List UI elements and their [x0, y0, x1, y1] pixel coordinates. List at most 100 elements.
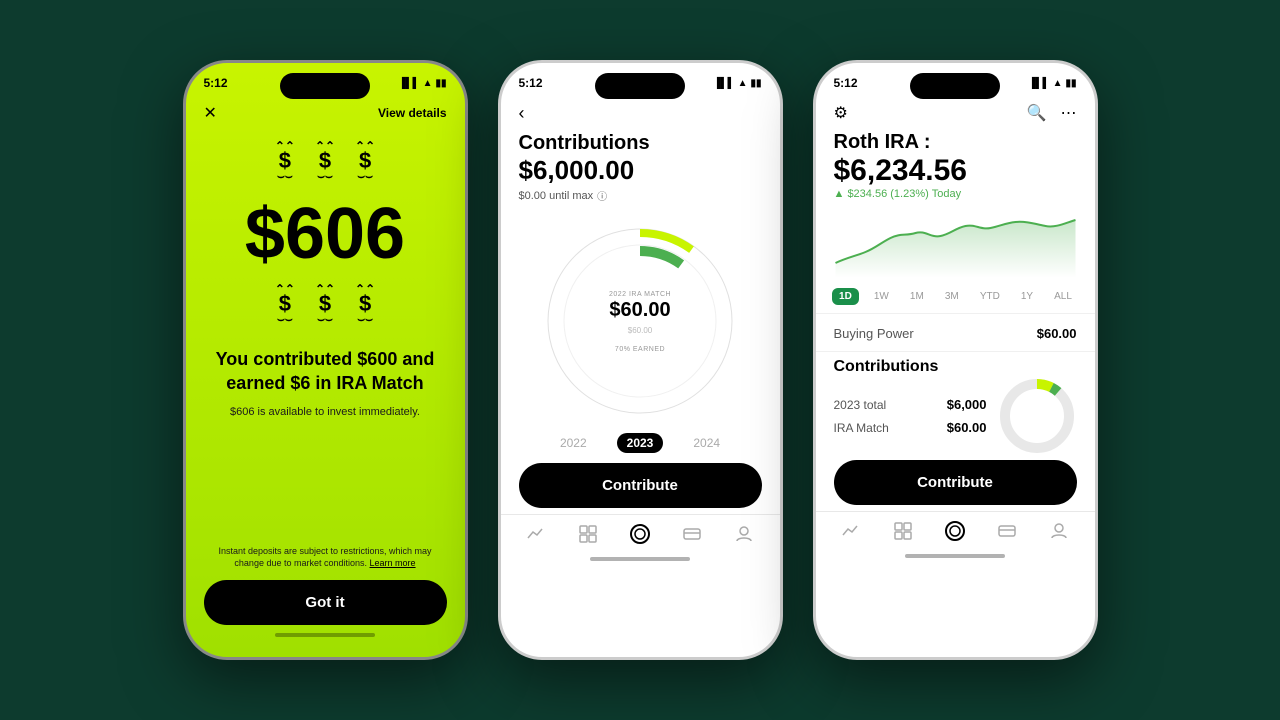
phone2-header: ‹ — [501, 99, 780, 132]
dynamic-island-2 — [595, 73, 685, 99]
learn-more-link[interactable]: Learn more — [370, 558, 416, 568]
deco-dollar-5: ⌃⌃ $ ⌣⌣ — [315, 282, 335, 327]
nav-circle-icon-active[interactable] — [629, 523, 651, 545]
svg-text:$60.00: $60.00 — [628, 326, 653, 335]
disclaimer-text: Instant deposits are subject to restrict… — [204, 545, 447, 570]
status-icons-1: ▐▌▌ ▲ ▮▮ — [398, 78, 446, 89]
description-main: You contributed $600 and earned $6 in IR… — [210, 347, 441, 396]
donut-chart-container: $60.00 2022 IRA MATCH $60.00 70% EARNED — [501, 213, 780, 425]
time-ytd[interactable]: YTD — [974, 288, 1006, 305]
big-amount: $606 — [206, 198, 445, 270]
dynamic-island-1 — [280, 73, 370, 99]
phone-3: 5:12 ▐▌▌ ▲ ▮▮ ⚙ 🔍 ⋯ Roth IRA : $6,234.56… — [813, 60, 1098, 660]
time-1y[interactable]: 1Y — [1015, 288, 1039, 305]
ira-match-value: $60.00 — [947, 420, 987, 435]
phone3-title-section: Roth IRA : $6,234.56 ▲ $234.56 (1.23%) T… — [816, 129, 1095, 204]
status-icons-3: ▐▌▌ ▲ ▮▮ — [1028, 78, 1076, 89]
screen-2: ‹ Contributions $6,000.00 $0.00 until ma… — [501, 99, 780, 657]
settings-icon[interactable]: ⚙ — [834, 103, 848, 123]
view-details-link[interactable]: View details — [378, 106, 446, 120]
deco-dollar-3: ⌃⌃ $ ⌣⌣ — [355, 139, 375, 184]
time-2: 5:12 — [519, 76, 543, 90]
phone1-header: ✕ View details — [186, 99, 465, 131]
ira-match-row: IRA Match $60.00 — [834, 420, 987, 435]
year-selector: 2022 2023 2024 — [501, 425, 780, 463]
header-right-icons: 🔍 ⋯ — [1027, 103, 1077, 123]
contributions-title: Contributions — [519, 132, 762, 155]
total-2023-value: $6,000 — [947, 397, 987, 412]
roth-ira-change: ▲ $234.56 (1.23%) Today — [834, 188, 1077, 200]
amount-section: $606 — [186, 188, 465, 274]
contributions-amount: $6,000.00 — [519, 155, 762, 186]
phone3-header: ⚙ 🔍 ⋯ — [816, 99, 1095, 129]
deco-row-bottom: ⌃⌃ $ ⌣⌣ ⌃⌃ $ ⌣⌣ ⌃⌃ $ ⌣⌣ — [275, 282, 375, 327]
ira-match-label: IRA Match — [834, 421, 889, 435]
chat-icon[interactable]: ⋯ — [1061, 103, 1077, 123]
nav-card-icon[interactable] — [682, 524, 702, 544]
buying-power-row: Buying Power $60.00 — [834, 320, 1077, 347]
year-2024[interactable]: 2024 — [693, 436, 720, 450]
screen-3: ⚙ 🔍 ⋯ Roth IRA : $6,234.56 ▲ $234.56 (1.… — [816, 99, 1095, 657]
deco-dollar-grid: ⌃⌃ $ ⌣⌣ ⌃⌃ $ ⌣⌣ ⌃⌃ $ ⌣⌣ — [186, 139, 465, 184]
buying-power-label: Buying Power — [834, 326, 914, 341]
time-1m[interactable]: 1M — [904, 288, 930, 305]
contribute-button-3[interactable]: Contribute — [834, 460, 1077, 505]
signal-icon: ▐▌▌ — [398, 78, 419, 89]
time-range-selector: 1D 1W 1M 3M YTD 1Y ALL — [816, 284, 1095, 313]
roth-ira-amount: $6,234.56 — [834, 154, 1077, 188]
signal-icon-3: ▐▌▌ — [1028, 78, 1049, 89]
donut-chart-svg: $60.00 2022 IRA MATCH $60.00 70% EARNED — [540, 221, 740, 421]
got-it-button[interactable]: Got it — [204, 580, 447, 625]
sparkline-svg — [834, 208, 1077, 278]
phone-1: 5:12 ▐▌▌ ▲ ▮▮ ✕ View details ⌃⌃ $ ⌣⌣ ⌃⌃ … — [183, 60, 468, 660]
contributions-items: 2023 total $6,000 IRA Match $60.00 — [834, 397, 987, 435]
screen-1: ✕ View details ⌃⌃ $ ⌣⌣ ⌃⌃ $ ⌣⌣ ⌃⌃ $ — [186, 99, 465, 657]
battery-icon: ▮▮ — [435, 78, 446, 89]
nav-chart-icon-3[interactable] — [841, 521, 861, 541]
nav-grid-icon[interactable] — [578, 524, 598, 544]
description-section: You contributed $600 and earned $6 in IR… — [186, 331, 465, 426]
wifi-icon-3: ▲ — [1053, 78, 1063, 89]
search-icon[interactable]: 🔍 — [1027, 103, 1047, 123]
time-1w[interactable]: 1W — [868, 288, 895, 305]
wifi-icon: ▲ — [423, 78, 433, 89]
phone2-title-section: Contributions $6,000.00 $0.00 until max … — [501, 132, 780, 213]
contributions-data: 2023 total $6,000 IRA Match $60.00 — [834, 376, 1077, 456]
contribute-button-2[interactable]: Contribute — [519, 463, 762, 508]
info-icon[interactable]: ⓘ — [597, 188, 607, 203]
nav-chart-icon[interactable] — [526, 524, 546, 544]
total-2023-row: 2023 total $6,000 — [834, 397, 987, 412]
year-2023-active[interactable]: 2023 — [617, 433, 664, 453]
time-3: 5:12 — [834, 76, 858, 90]
deco-dollar-4: ⌃⌃ $ ⌣⌣ — [275, 282, 295, 327]
nav-grid-icon-3[interactable] — [893, 521, 913, 541]
battery-icon-2: ▮▮ — [750, 78, 761, 89]
svg-text:70% EARNED: 70% EARNED — [615, 346, 665, 353]
time-all[interactable]: ALL — [1048, 288, 1078, 305]
year-2022[interactable]: 2022 — [560, 436, 587, 450]
time-3m[interactable]: 3M — [939, 288, 965, 305]
nav-person-icon-3[interactable] — [1049, 521, 1069, 541]
bottom-nav-2 — [501, 514, 780, 549]
home-indicator-3 — [905, 554, 1005, 558]
time-1: 5:12 — [204, 76, 228, 90]
deco-row-top: ⌃⌃ $ ⌣⌣ ⌃⌃ $ ⌣⌣ ⌃⌃ $ ⌣⌣ — [275, 139, 375, 184]
battery-icon-3: ▮▮ — [1065, 78, 1076, 89]
deco-dollar-grid-bottom: ⌃⌃ $ ⌣⌣ ⌃⌃ $ ⌣⌣ ⌃⌃ $ ⌣⌣ — [186, 282, 465, 327]
nav-person-icon[interactable] — [734, 524, 754, 544]
svg-text:$60.00: $60.00 — [609, 299, 670, 321]
signal-icon-2: ▐▌▌ — [713, 78, 734, 89]
small-donut-svg — [997, 376, 1077, 456]
close-button[interactable]: ✕ — [204, 103, 217, 123]
nav-card-icon-3[interactable] — [997, 521, 1017, 541]
back-button[interactable]: ‹ — [519, 103, 525, 124]
time-1d[interactable]: 1D — [832, 288, 859, 305]
deco-dollar-1: ⌃⌃ $ ⌣⌣ — [275, 139, 295, 184]
description-sub: $606 is available to invest immediately. — [210, 406, 441, 418]
wifi-icon-2: ▲ — [738, 78, 748, 89]
deco-dollar-2: ⌃⌃ $ ⌣⌣ — [315, 139, 335, 184]
buying-power-value: $60.00 — [1037, 326, 1077, 341]
nav-circle-icon-3-active[interactable] — [944, 520, 966, 542]
phone1-footer: Instant deposits are subject to restrict… — [186, 537, 465, 657]
dynamic-island-3 — [910, 73, 1000, 99]
